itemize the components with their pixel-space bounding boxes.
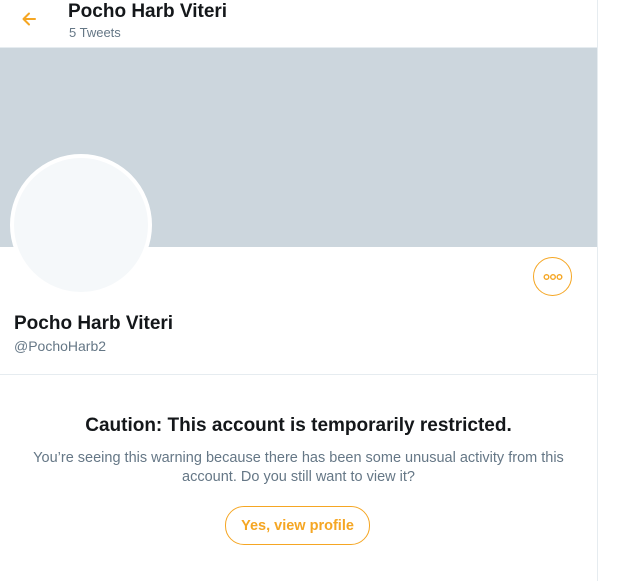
view-profile-button[interactable]: Yes, view profile <box>225 506 370 545</box>
warning-body: You’re seeing this warning because there… <box>33 450 564 485</box>
arrow-left-icon <box>20 10 38 33</box>
profile-name: Pocho Harb Viteri <box>14 313 174 334</box>
back-button[interactable] <box>14 6 44 36</box>
profile-column: Pocho Harb Viteri 5 Tweets Pocho Harb Vi… <box>0 0 598 581</box>
divider <box>0 374 597 375</box>
header-title: Pocho Harb Viteri <box>68 1 228 22</box>
tweet-count: 5 Tweets <box>69 25 121 40</box>
more-options-button[interactable] <box>533 257 572 296</box>
avatar <box>10 154 152 296</box>
warning-title: Caution: This account is temporarily res… <box>85 415 512 436</box>
profile-handle: @PochoHarb2 <box>14 338 107 354</box>
profile-header: Pocho Harb Viteri 5 Tweets <box>0 0 597 48</box>
more-horizontal-icon <box>543 268 563 286</box>
